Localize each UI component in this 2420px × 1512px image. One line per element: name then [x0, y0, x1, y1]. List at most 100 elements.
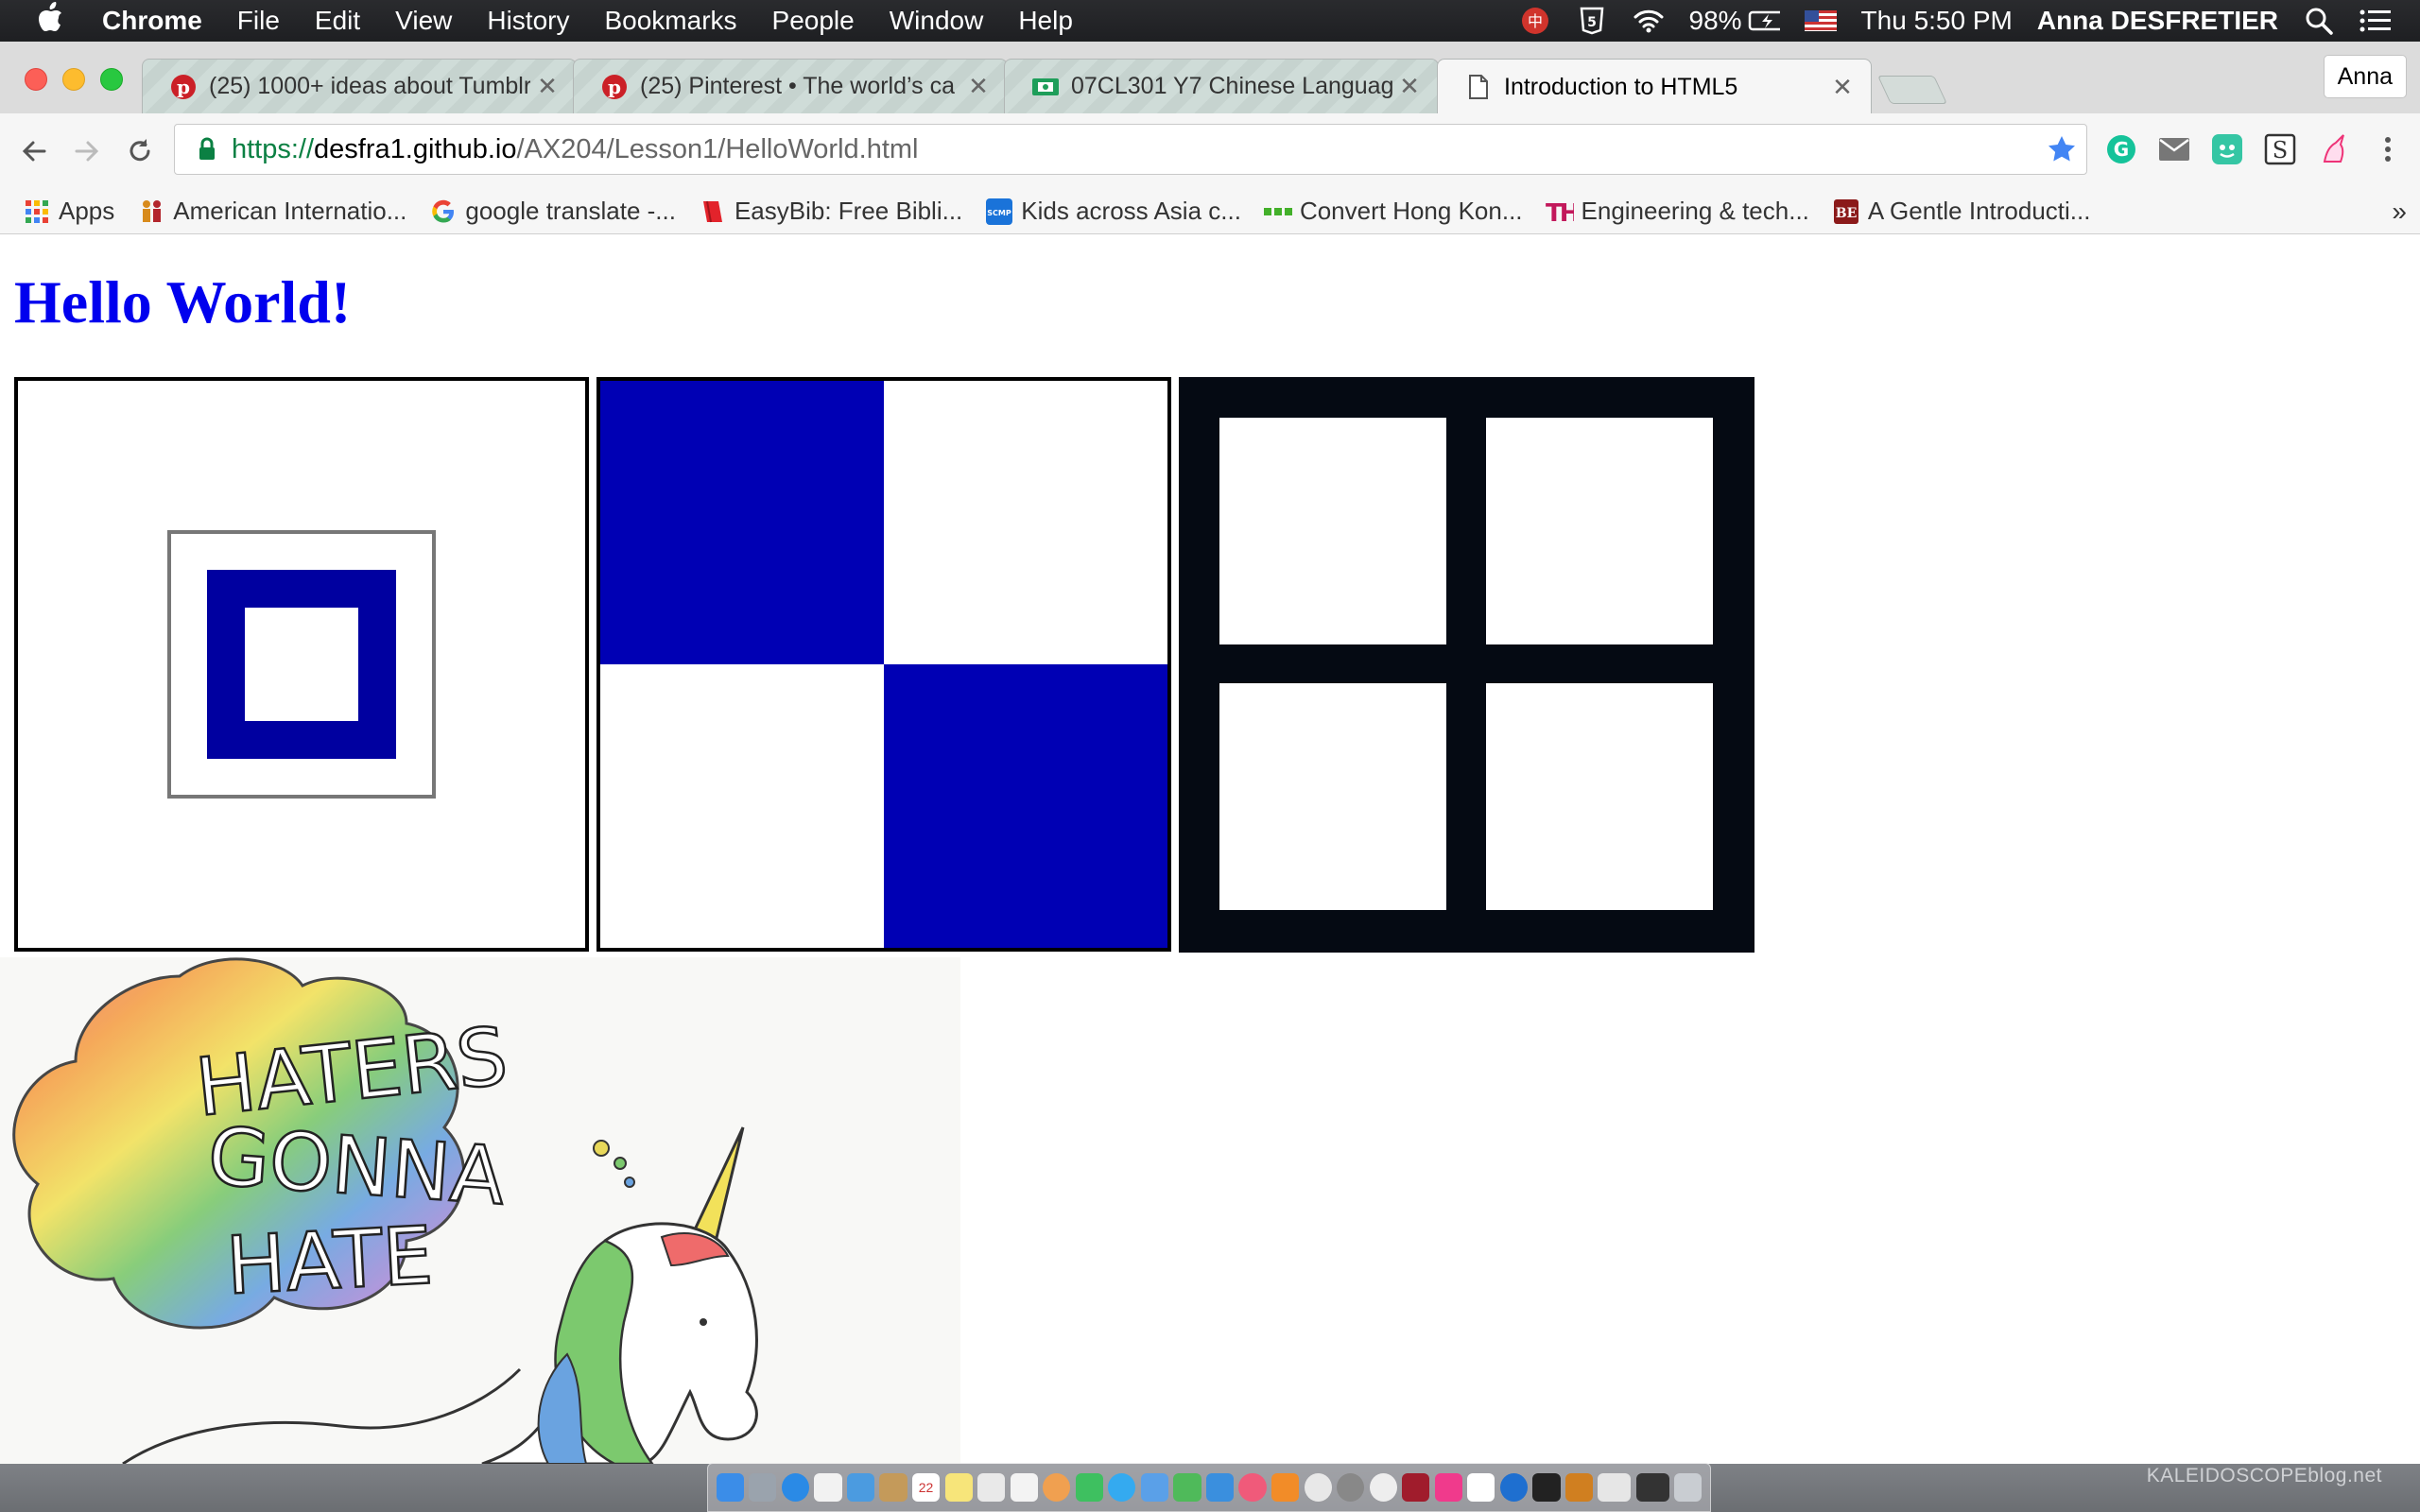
- edge-icon[interactable]: [1499, 1473, 1528, 1502]
- close-window-button[interactable]: [25, 68, 47, 91]
- battery-charging-icon[interactable]: [1748, 7, 1780, 35]
- itunes-icon[interactable]: [1238, 1473, 1267, 1502]
- preview-icon[interactable]: [846, 1473, 875, 1502]
- maximize-window-button[interactable]: [100, 68, 123, 91]
- url-path: /AX204/Lesson1/HelloWorld.html: [516, 133, 919, 164]
- bitmoji-icon[interactable]: [2208, 130, 2246, 168]
- app-store-icon[interactable]: [1304, 1473, 1332, 1502]
- menu-history[interactable]: History: [487, 6, 569, 36]
- chrome-menu-icon[interactable]: [2369, 130, 2407, 168]
- svg-text:中: 中: [1527, 12, 1542, 30]
- tab-introduction-to-html5[interactable]: Introduction to HTML5 ✕: [1437, 59, 1872, 114]
- lock-icon[interactable]: [190, 137, 224, 162]
- minimize-window-button[interactable]: [62, 68, 85, 91]
- app-grid-icon[interactable]: [814, 1473, 842, 1502]
- notification-center-icon[interactable]: [2360, 7, 2392, 35]
- tab-chinese-language[interactable]: 07CL301 Y7 Chinese Languag ✕: [1004, 59, 1439, 113]
- grammarly-icon[interactable]: G: [2102, 130, 2140, 168]
- bookmark-star-icon[interactable]: [2047, 134, 2077, 172]
- messages-icon[interactable]: [1108, 1473, 1136, 1502]
- sketch-s-icon[interactable]: [1467, 1473, 1495, 1502]
- tab-tumblr-ideas[interactable]: p (25) 1000+ ideas about Tumblr ✕: [142, 59, 577, 113]
- bookmark-google-translate[interactable]: google translate -...: [429, 197, 676, 226]
- facetime-icon[interactable]: [1075, 1473, 1103, 1502]
- svg-text:5: 5: [1587, 15, 1597, 30]
- clock[interactable]: Thu 5:50 PM: [1861, 6, 2013, 36]
- address-bar[interactable]: https:// desfra1.github.io /AX204/Lesson…: [174, 124, 2087, 175]
- ibooks-icon[interactable]: [1270, 1473, 1300, 1502]
- wifi-icon[interactable]: [1633, 7, 1665, 35]
- photos-icon[interactable]: [1043, 1473, 1071, 1502]
- contacts-icon[interactable]: [879, 1473, 908, 1502]
- chrome-dock-icon[interactable]: [1369, 1473, 1397, 1502]
- trash-icon[interactable]: [1674, 1473, 1703, 1502]
- chrome-window: p (25) 1000+ ideas about Tumblr ✕ p (25)…: [0, 42, 2420, 1464]
- system-preferences-icon[interactable]: [1337, 1473, 1365, 1502]
- bookmark-gentle-introduction[interactable]: BE A Gentle Introducti...: [1832, 197, 2090, 226]
- profile-button[interactable]: Anna: [2323, 55, 2407, 98]
- svg-text:BE: BE: [1836, 206, 1858, 221]
- menu-view[interactable]: View: [395, 6, 452, 36]
- bookmark-label: EasyBib: Free Bibli...: [734, 197, 963, 225]
- safari-icon[interactable]: [781, 1473, 809, 1502]
- dictionary-icon[interactable]: [1402, 1473, 1430, 1502]
- menu-bookmarks[interactable]: Bookmarks: [604, 6, 736, 36]
- pages-icon[interactable]: [1140, 1473, 1168, 1502]
- status-area: 中 5 98% Thu 5:50 PM Anna DESFRETIER: [1495, 0, 2393, 42]
- bookmark-apps[interactable]: Apps: [23, 197, 114, 226]
- close-tab-icon[interactable]: ✕: [961, 72, 995, 101]
- menu-file[interactable]: File: [237, 6, 280, 36]
- html5-icon[interactable]: 5: [1576, 7, 1608, 35]
- menu-people[interactable]: People: [772, 6, 855, 36]
- spotlight-search-icon[interactable]: [2303, 7, 2335, 35]
- window-stack-icon[interactable]: [1635, 1473, 1669, 1502]
- mail-icon[interactable]: [2155, 130, 2193, 168]
- unicorn-extension-icon[interactable]: [2314, 130, 2352, 168]
- archive-icon[interactable]: [1564, 1473, 1594, 1502]
- menu-window[interactable]: Window: [890, 6, 984, 36]
- chinese-input-icon[interactable]: 中: [1519, 7, 1551, 35]
- dots-icon: [1263, 198, 1292, 226]
- tab-pinterest[interactable]: p (25) Pinterest • The world’s ca ✕: [573, 59, 1008, 113]
- keynote-icon[interactable]: [1205, 1473, 1235, 1502]
- flickr-icon[interactable]: [1434, 1473, 1462, 1502]
- user-name[interactable]: Anna DESFRETIER: [2037, 6, 2278, 36]
- finder-icon[interactable]: [716, 1473, 744, 1502]
- us-flag-icon[interactable]: [1804, 7, 1837, 35]
- menu-help[interactable]: Help: [1018, 6, 1073, 36]
- back-button[interactable]: [8, 125, 60, 178]
- more-bookmarks-icon[interactable]: »: [2392, 197, 2407, 227]
- close-tab-icon[interactable]: ✕: [1825, 73, 1859, 102]
- document-icon: [1464, 73, 1493, 101]
- forward-arrow-icon: [75, 141, 99, 162]
- new-tab-button[interactable]: [1877, 76, 1947, 104]
- web-page: Hello World! HATERS GONNA HATE: [0, 235, 2420, 1464]
- bookmark-engineering-tech[interactable]: THE Engineering & tech...: [1546, 197, 1809, 226]
- menu-app-chrome[interactable]: Chrome: [102, 6, 202, 36]
- menu-edit[interactable]: Edit: [315, 6, 360, 36]
- bookmark-kids-across-asia[interactable]: SCMP Kids across Asia c...: [985, 197, 1241, 226]
- svg-text:G: G: [2114, 138, 2129, 161]
- forward-button[interactable]: [60, 125, 113, 178]
- bookmark-american-international[interactable]: American Internatio...: [137, 197, 406, 226]
- calendar-icon[interactable]: 22: [911, 1473, 941, 1502]
- bookmark-easybib[interactable]: EasyBib: Free Bibli...: [699, 197, 962, 226]
- close-tab-icon[interactable]: ✕: [1392, 72, 1426, 101]
- numbers-icon[interactable]: [1173, 1473, 1201, 1502]
- svg-text:p: p: [177, 76, 190, 98]
- terminal-icon[interactable]: [1532, 1473, 1561, 1502]
- reload-button[interactable]: [113, 125, 166, 178]
- bookmark-convert-hong-kong[interactable]: Convert Hong Kon...: [1263, 197, 1523, 226]
- svg-text:HATE: HATE: [224, 1209, 435, 1312]
- launchpad-icon[interactable]: [749, 1473, 777, 1502]
- s-extension-icon[interactable]: S: [2261, 130, 2299, 168]
- photo-booth-icon[interactable]: [1010, 1473, 1038, 1502]
- reminders-icon[interactable]: [977, 1473, 1006, 1502]
- apple-menu-icon[interactable]: [36, 1, 74, 41]
- canvas-checkerboard: [596, 377, 1171, 952]
- downloads-stack-icon[interactable]: [1598, 1473, 1632, 1502]
- notes-icon[interactable]: [944, 1473, 973, 1502]
- menu-bar: Chrome File Edit View History Bookmarks …: [0, 0, 2420, 42]
- reload-icon: [130, 139, 150, 162]
- close-tab-icon[interactable]: ✕: [530, 72, 564, 101]
